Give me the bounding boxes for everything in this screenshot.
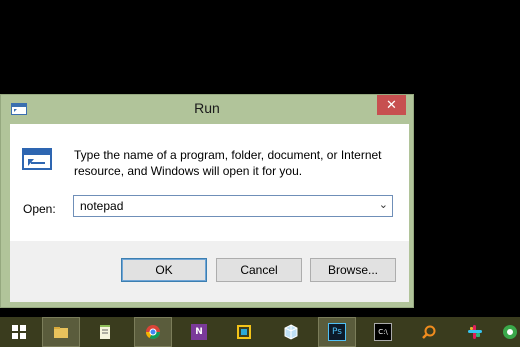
dialog-title: Run xyxy=(194,100,220,116)
onenote-icon: N xyxy=(191,324,207,340)
chevron-down-icon[interactable]: ⌄ xyxy=(379,198,388,211)
ok-button[interactable]: OK xyxy=(121,258,207,282)
close-button[interactable]: ✕ xyxy=(377,95,406,115)
run-program-icon xyxy=(22,148,52,170)
taskbar-file-explorer[interactable] xyxy=(42,317,80,347)
notepad-icon xyxy=(100,325,110,339)
open-combobox[interactable]: notepad ⌄ xyxy=(73,195,393,217)
cmd-icon: C:\ xyxy=(374,323,392,341)
taskbar-app-green[interactable] xyxy=(500,317,520,347)
start-button[interactable] xyxy=(0,317,38,347)
run-dialog: Run ✕ Type the name of a program, folder… xyxy=(0,94,414,308)
taskbar-chrome[interactable] xyxy=(134,317,172,347)
photoshop-icon: Ps xyxy=(328,323,346,341)
taskbar-photoshop[interactable]: Ps xyxy=(318,317,356,347)
browse-button[interactable]: Browse... xyxy=(310,258,396,282)
green-circle-icon xyxy=(503,325,517,339)
square-app-icon xyxy=(237,325,251,339)
open-input-value[interactable]: notepad xyxy=(80,199,123,213)
folder-icon xyxy=(54,327,68,338)
cube-icon xyxy=(284,324,298,340)
taskbar-slack[interactable] xyxy=(456,317,494,347)
taskbar-onenote[interactable]: N xyxy=(180,317,218,347)
taskbar: N Ps C:\ xyxy=(0,317,520,347)
close-icon: ✕ xyxy=(386,97,397,113)
taskbar-command-prompt[interactable]: C:\ xyxy=(364,317,402,347)
dialog-description: Type the name of a program, folder, docu… xyxy=(74,148,382,178)
cancel-button[interactable]: Cancel xyxy=(216,258,302,282)
slack-icon xyxy=(468,325,482,339)
windows-logo-icon xyxy=(12,325,26,339)
taskbar-virtualbox[interactable] xyxy=(272,317,310,347)
open-label: Open: xyxy=(23,202,56,216)
dialog-body: Type the name of a program, folder, docu… xyxy=(10,124,409,302)
taskbar-notepad[interactable] xyxy=(86,317,124,347)
chrome-icon xyxy=(146,325,160,339)
taskbar-app-square[interactable] xyxy=(225,317,263,347)
search-icon xyxy=(422,325,436,339)
dialog-content: Type the name of a program, folder, docu… xyxy=(10,124,409,241)
taskbar-search[interactable] xyxy=(410,317,448,347)
